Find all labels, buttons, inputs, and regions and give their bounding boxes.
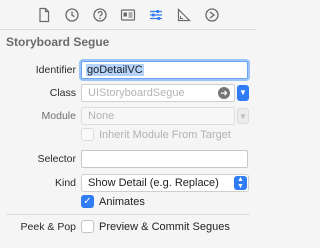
module-row: Module None ▼ xyxy=(0,107,256,125)
section-divider xyxy=(6,214,250,215)
help-icon[interactable] xyxy=(90,4,111,25)
animates-checkbox[interactable]: ✓ xyxy=(81,195,94,208)
class-dropdown-chevron-icon[interactable]: ▼ xyxy=(237,85,249,101)
class-placeholder: UIStoryboardSegue xyxy=(88,87,185,99)
module-placeholder: None xyxy=(88,110,115,122)
selector-label: Selector xyxy=(37,153,76,165)
kind-row: Kind Show Detail (e.g. Replace) ▲ ▼ xyxy=(0,174,256,192)
identifier-value: goDetailVC xyxy=(86,64,144,76)
peek-pop-checkbox[interactable] xyxy=(81,220,94,233)
module-combo: None xyxy=(81,107,235,125)
section-title: Storyboard Segue xyxy=(6,35,110,49)
animates-option[interactable]: ✓ Animates xyxy=(81,194,201,210)
history-icon[interactable] xyxy=(62,4,83,25)
file-icon[interactable] xyxy=(34,4,55,25)
class-label: Class xyxy=(49,87,76,99)
attributes-icon[interactable] xyxy=(146,4,167,25)
size-icon[interactable] xyxy=(174,4,195,25)
class-combo[interactable]: UIStoryboardSegue ➜ xyxy=(81,84,235,102)
class-row: Class UIStoryboardSegue ➜ ▼ xyxy=(0,84,256,102)
selector-field[interactable] xyxy=(81,150,248,168)
selector-row: Selector xyxy=(0,150,256,168)
peek-pop-row: Peek & Pop Preview & Commit Segues xyxy=(0,218,256,236)
go-to-class-icon[interactable]: ➜ xyxy=(218,87,230,99)
identifier-row: Identifier goDetailVC xyxy=(0,61,256,79)
animates-label: Animates xyxy=(99,196,145,208)
kind-stepper-icon[interactable]: ▲ ▼ xyxy=(234,176,247,190)
identifier-field[interactable]: goDetailVC xyxy=(81,61,248,79)
inherit-module-checkbox xyxy=(81,128,94,141)
identifier-label: Identifier xyxy=(35,64,76,76)
kind-value: Show Detail (e.g. Replace) xyxy=(88,177,219,189)
peek-pop-option[interactable]: Preview & Commit Segues xyxy=(81,219,251,235)
peek-pop-option-label: Preview & Commit Segues xyxy=(99,221,230,233)
peek-pop-label: Peek & Pop xyxy=(20,221,76,233)
kind-label: Kind xyxy=(54,177,76,189)
inherit-module-label: Inherit Module From Target xyxy=(99,129,231,141)
connections-icon[interactable] xyxy=(202,4,223,25)
inherit-module-option: Inherit Module From Target xyxy=(81,127,251,143)
module-label: Module xyxy=(41,110,76,122)
identity-icon[interactable] xyxy=(118,4,139,25)
module-dropdown-chevron-icon: ▼ xyxy=(237,108,249,124)
inspector-toolbar xyxy=(0,0,256,30)
kind-popup[interactable]: Show Detail (e.g. Replace) ▲ ▼ xyxy=(81,174,249,192)
